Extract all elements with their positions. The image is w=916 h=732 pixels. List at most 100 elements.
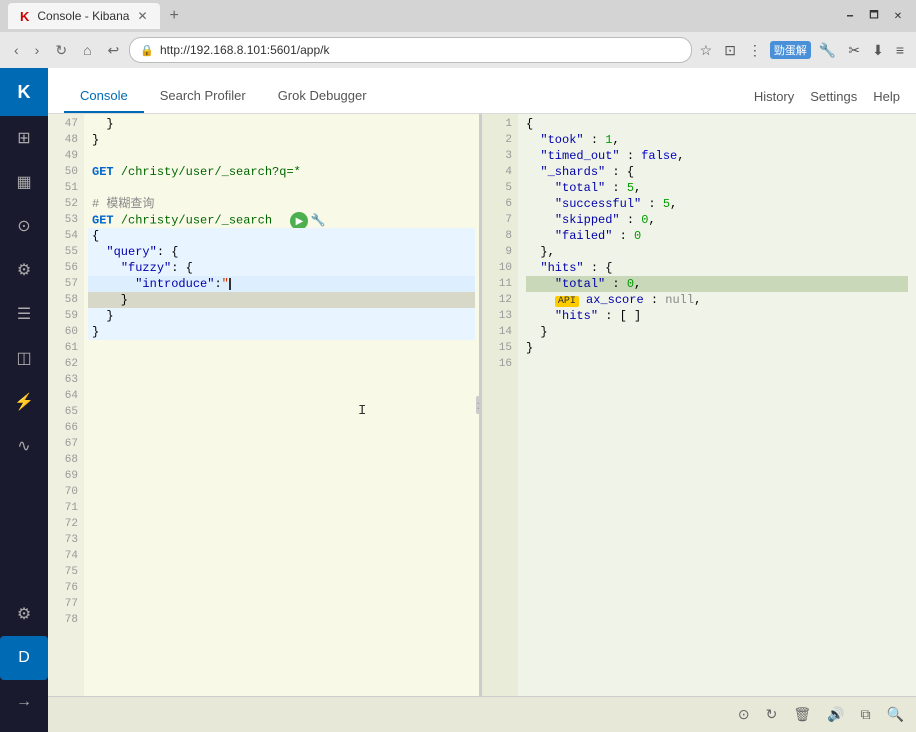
console-area: 47484950 51525354 55565758 59606162 6364… [48,114,916,696]
code-line-67 [88,436,475,452]
devtools-nav: Console Search Profiler Grok Debugger Hi… [64,80,900,113]
code-line-65 [88,404,475,420]
sidebar-item-apm[interactable]: ∿ [0,424,48,468]
history-link[interactable]: History [754,89,794,104]
settings-link[interactable]: Settings [810,89,857,104]
sidebar-item-uptime[interactable]: ⚡ [0,380,48,424]
output-line-numbers: 1234 5678 9101112 13141516 [482,114,518,696]
code-line-51 [88,180,475,196]
code-line-55: "query": { [88,244,475,260]
code-line-52: # 模糊查询 [88,196,475,212]
code-line-68 [88,452,475,468]
code-line-49 [88,148,475,164]
home-button[interactable]: ⌂ [77,40,97,60]
code-line-78 [88,612,475,628]
output-line-7: "skipped" : 0, [526,212,908,228]
trash-icon[interactable]: 🗑 [793,706,811,723]
output-content-lines: { "took" : 1, "timed_out" : false, "_sha… [518,114,916,696]
lock-icon: 🔒 [140,44,154,57]
back-button[interactable]: ‹ [8,40,25,60]
output-line-15: } [526,340,908,356]
code-line-54: { [88,228,475,244]
address-input[interactable] [160,43,681,57]
sidebar-item-devtools[interactable]: D [0,636,48,680]
help-circle-icon[interactable]: ⊙ [738,706,750,723]
editor-scroll-container[interactable]: 47484950 51525354 55565758 59606162 6364… [48,114,479,696]
more-tools-icon[interactable]: ✂ [844,40,864,61]
code-line-64 [88,388,475,404]
sidebar-item-settings[interactable]: ⚙ [0,592,48,636]
reload-button[interactable]: ↻ [49,40,73,61]
code-line-47: } [88,116,475,132]
download-icon[interactable]: ⬇ [868,40,888,61]
kibana-app: K ⊞ ▦ ⊙ ⚙ ☰ ◫ ⚡ ∿ ⚙ D → Console Search P… [0,68,916,732]
output-line-11: "total" : 0, [526,276,908,292]
sidebar-item-visualize[interactable]: ▦ [0,160,48,204]
window-close-icon[interactable]: ✕ [888,6,908,26]
code-line-73 [88,532,475,548]
output-line-3: "timed_out" : false, [526,148,908,164]
tab-console[interactable]: Console [64,80,144,113]
browser-tab[interactable]: K Console - Kibana ✕ [8,3,160,29]
code-line-71 [88,500,475,516]
output-scroll-container[interactable]: 1234 5678 9101112 13141516 { "took" : 1,… [482,114,916,696]
code-line-75 [88,564,475,580]
bottom-toolbar: ⊙ ↻ 🗑 🔊 ⧉ 🔍 [48,696,916,732]
translate-icon[interactable]: 勁蛋解 [770,41,811,59]
output-line-8: "failed" : 0 [526,228,908,244]
window-minimize-icon[interactable]: 🗕 [840,6,860,26]
reader-mode-icon[interactable]: ⊡ [720,40,740,61]
devtools-tabs: Console Search Profiler Grok Debugger [64,80,383,113]
editor-content[interactable]: 47484950 51525354 55565758 59606162 6364… [48,114,479,696]
help-link[interactable]: Help [873,89,900,104]
browser-settings-icon[interactable]: ≡ [892,40,908,60]
panel-resize-handle[interactable]: : [476,396,481,414]
browser-chrome: K Console - Kibana ✕ + 🗕 🗖 ✕ ‹ › ↻ ⌂ ↩ 🔒… [0,0,916,68]
address-bar[interactable]: 🔒 [129,37,691,63]
bookmark-star-icon[interactable]: ☆ [696,40,717,61]
extensions-icon[interactable]: 🔧 [815,40,840,61]
output-line-10: "hits" : { [526,260,908,276]
line-numbers: 47484950 51525354 55565758 59606162 6364… [48,114,84,696]
volume-icon[interactable]: 🔊 [827,706,844,723]
tab-close-button[interactable]: ✕ [137,9,147,23]
code-line-74 [88,548,475,564]
code-line-57: "introduce":" [88,276,475,292]
sidebar-item-canvas[interactable]: ⚙ [0,248,48,292]
refresh-icon[interactable]: ↻ [766,706,778,723]
tab-search-profiler[interactable]: Search Profiler [144,80,262,113]
window-controls: 🗕 🗖 ✕ [840,6,908,26]
history-back-button[interactable]: ↩ [102,40,126,61]
code-line-48: } [88,132,475,148]
code-line-70 [88,484,475,500]
output-line-12: API ax_score : null, [526,292,908,308]
code-line-58: } [88,292,475,308]
sidebar-item-saved[interactable]: ◫ [0,336,48,380]
search-icon[interactable]: 🔍 [887,706,904,723]
code-line-69 [88,468,475,484]
code-line-60: } [88,324,475,340]
code-line-50: GET /christy/user/_search?q=* [88,164,475,180]
left-sidebar: K ⊞ ▦ ⊙ ⚙ ☰ ◫ ⚡ ∿ ⚙ D → [0,68,48,732]
sidebar-item-collapse[interactable]: → [0,680,48,724]
code-line-59: } [88,308,475,324]
output-line-14: } [526,324,908,340]
share-icon[interactable]: ⧉ [861,706,871,723]
main-content: Console Search Profiler Grok Debugger Hi… [48,68,916,732]
browser-menu-icon[interactable]: ⋮ [744,40,766,61]
code-line-56: "fuzzy": { [88,260,475,276]
code-editor-lines[interactable]: } } GET /christy/user/_search?q=* # 模糊查询… [84,114,479,696]
sidebar-item-index[interactable]: ☰ [0,292,48,336]
output-line-1: { [526,116,908,132]
forward-button[interactable]: › [29,40,46,60]
wrench-button[interactable]: 🔧 [310,213,325,227]
bottom-toolbar-right: ⊙ ↻ 🗑 🔊 ⧉ 🔍 [738,706,904,723]
sidebar-item-discover[interactable]: ⊞ [0,116,48,160]
sidebar-item-maps[interactable]: ⊙ [0,204,48,248]
new-tab-button[interactable]: + [164,7,185,25]
tab-grok-debugger[interactable]: Grok Debugger [262,80,383,113]
kibana-logo[interactable]: K [0,68,48,116]
output-line-16 [526,356,908,372]
code-line-53: GET /christy/user/_search ▶🔧 [88,212,475,228]
window-restore-icon[interactable]: 🗖 [864,6,884,26]
